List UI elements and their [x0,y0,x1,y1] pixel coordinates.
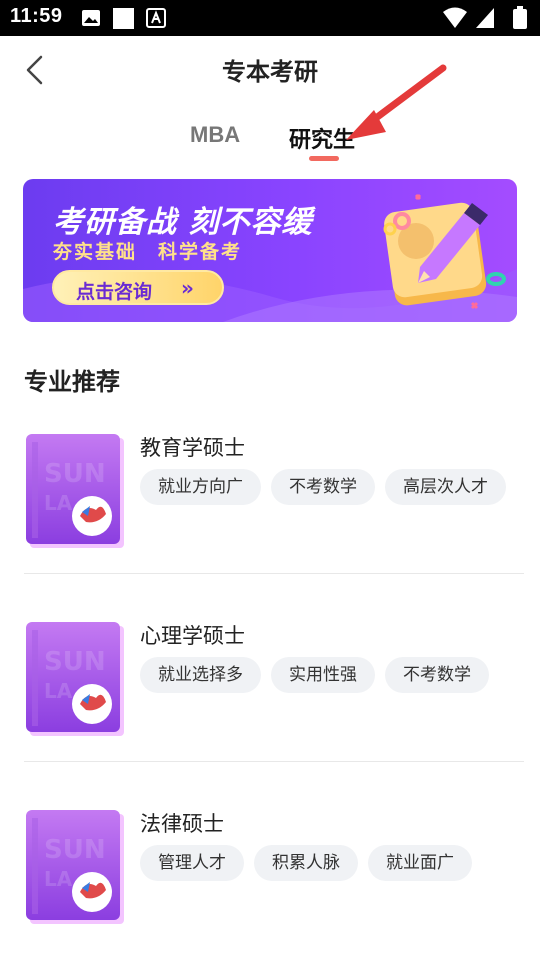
status-time: 11:59 [10,5,63,27]
book-cover-image: SUN LA [26,810,124,924]
font-a-icon [146,8,166,28]
tag-chip: 不考数学 [271,469,375,505]
svg-text:SUN: SUN [44,459,106,489]
book-cover-image: SUN LA [26,622,124,736]
tag-list: 就业选择多 实用性强 不考数学 [140,657,499,693]
consult-button[interactable]: 点击咨询 » [52,270,224,305]
tag-chip: 就业方向广 [140,469,261,505]
promo-banner[interactable]: 考研备战 刻不容缓 夯实基础 科学备考 点击咨询 » [23,179,517,322]
tag-chip: 就业面广 [368,845,472,881]
tag-chip: 就业选择多 [140,657,261,693]
program-title: 法律硕士 [140,812,224,836]
tag-chip: 高层次人才 [385,469,506,505]
svg-text:SUN: SUN [44,835,106,865]
notebook-pencil-illustration [383,193,507,310]
list-item[interactable]: SUN LA 法律硕士 管理人才 积累人脉 就业面广 [0,786,540,960]
list-item[interactable]: SUN LA 教育学硕士 就业方向广 不考数学 高层次人才 [0,410,540,598]
tag-chip: 实用性强 [271,657,375,693]
square-icon [113,8,134,29]
book-cover-image: SUN LA [26,434,124,548]
signal-icon [476,8,494,28]
svg-text:LA: LA [44,867,73,891]
tag-chip: 不考数学 [385,657,489,693]
status-bar: 11:59 [0,0,540,36]
program-title: 心理学硕士 [140,624,245,648]
svg-text:LA: LA [44,491,73,515]
section-title: 专业推荐 [24,368,120,396]
tag-list: 就业方向广 不考数学 高层次人才 [140,469,516,505]
annotation-arrow-icon [346,64,447,140]
double-chevron-right-icon: » [181,276,194,300]
svg-text:LA: LA [44,679,73,703]
battery-icon [513,6,527,29]
svg-text:SUN: SUN [44,647,106,677]
tag-chip: 积累人脉 [254,845,358,881]
tag-list: 管理人才 积累人脉 就业面广 [140,845,482,881]
image-icon [82,10,100,26]
tag-chip: 管理人才 [140,845,244,881]
program-title: 教育学硕士 [140,436,245,460]
divider [24,761,524,762]
divider [24,573,524,574]
list-item[interactable]: SUN LA 心理学硕士 就业选择多 实用性强 不考数学 [0,598,540,786]
banner-subtitle: 夯实基础 科学备考 [53,241,243,263]
tab-mba[interactable]: MBA [190,122,240,148]
consult-button-label: 点击咨询 [76,281,153,303]
wifi-icon [443,7,467,28]
banner-title: 考研备战 刻不容缓 [53,205,313,240]
